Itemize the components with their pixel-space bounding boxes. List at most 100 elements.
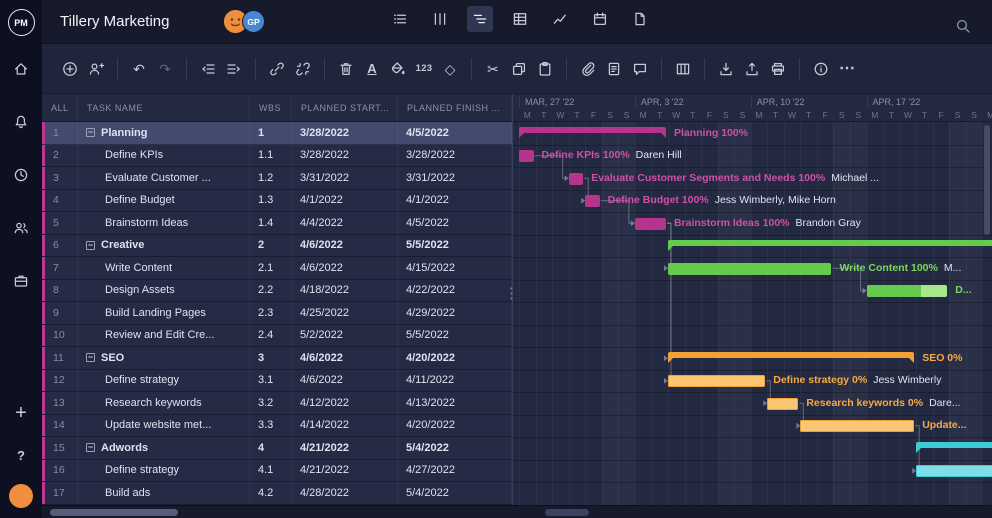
wbs-cell[interactable]: 3.1	[250, 370, 292, 392]
v-scrollbar-thumb[interactable]	[984, 125, 990, 235]
row-number-cell[interactable]: 8	[42, 280, 78, 302]
column-header-planned-start[interactable]: PLANNED START...	[292, 94, 398, 121]
wbs-cell[interactable]: 4.1	[250, 460, 292, 482]
gantt-bar-planning-summary[interactable]	[519, 127, 666, 133]
wbs-cell[interactable]: 3.2	[250, 392, 292, 414]
finish-date-cell[interactable]: 4/27/2022	[398, 460, 512, 482]
start-date-cell[interactable]: 4/21/2022	[292, 460, 398, 482]
assign-user-icon[interactable]	[83, 56, 109, 82]
notifications-icon[interactable]	[8, 109, 34, 135]
column-header-all[interactable]: ALL	[42, 94, 78, 121]
wbs-cell[interactable]: 3.3	[250, 415, 292, 437]
column-header-wbs[interactable]: WBS	[250, 94, 292, 121]
wbs-cell[interactable]: 4.2	[250, 482, 292, 504]
row-number-cell[interactable]: 5	[42, 212, 78, 234]
wbs-cell[interactable]: 1	[250, 122, 292, 144]
task-name-cell[interactable]: Design Assets	[78, 280, 250, 302]
number-format-icon[interactable]: 123	[411, 56, 437, 82]
finish-date-cell[interactable]: 5/5/2022	[398, 325, 512, 347]
recent-icon[interactable]	[8, 162, 34, 188]
calendar-view-icon[interactable]	[587, 6, 613, 32]
gantt-bar-update-website-metadata[interactable]	[800, 420, 914, 432]
table-row[interactable]: 17Build ads4.24/28/20225/4/2022	[42, 482, 512, 505]
table-row[interactable]: 12Define strategy3.14/6/20224/11/2022	[42, 370, 512, 393]
row-number-cell[interactable]: 11	[42, 347, 78, 369]
finish-date-cell[interactable]: 3/31/2022	[398, 167, 512, 189]
start-date-cell[interactable]: 4/25/2022	[292, 302, 398, 324]
start-date-cell[interactable]: 5/2/2022	[292, 325, 398, 347]
gantt-bar-seo-define-strategy[interactable]	[668, 375, 765, 387]
finish-date-cell[interactable]: 5/4/2022	[398, 482, 512, 504]
board-view-icon[interactable]	[427, 6, 453, 32]
import-icon[interactable]	[713, 56, 739, 82]
pane-splitter-handle[interactable]: ⋮	[504, 284, 519, 302]
table-row[interactable]: 15−Adwords44/21/20225/4/2022	[42, 437, 512, 460]
row-number-cell[interactable]: 17	[42, 482, 78, 504]
delete-icon[interactable]	[333, 56, 359, 82]
comment-icon[interactable]	[627, 56, 653, 82]
wbs-cell[interactable]: 1.3	[250, 190, 292, 212]
table-row[interactable]: 8Design Assets2.24/18/20224/22/2022	[42, 280, 512, 303]
attachment-icon[interactable]	[575, 56, 601, 82]
more-icon[interactable]: ⋯	[834, 56, 860, 82]
gantt-h-scrollbar-thumb[interactable]	[545, 509, 589, 516]
wbs-cell[interactable]: 2.3	[250, 302, 292, 324]
add-icon[interactable]: +	[8, 400, 34, 426]
table-row[interactable]: 11−SEO34/6/20224/20/2022	[42, 347, 512, 370]
column-header-planned-finish[interactable]: PLANNED FINISH ...	[398, 94, 512, 121]
row-number-cell[interactable]: 16	[42, 460, 78, 482]
columns-icon[interactable]	[670, 56, 696, 82]
redo-icon[interactable]: ↷	[152, 56, 178, 82]
task-name-cell[interactable]: Build ads	[78, 482, 250, 504]
gantt-bar-design-assets[interactable]	[867, 285, 948, 297]
finish-date-cell[interactable]: 4/1/2022	[398, 190, 512, 212]
fill-color-icon[interactable]	[385, 56, 411, 82]
row-number-cell[interactable]: 6	[42, 235, 78, 257]
gantt-view-icon[interactable]	[467, 6, 493, 32]
work-icon[interactable]	[8, 268, 34, 294]
unlink-tasks-icon[interactable]	[290, 56, 316, 82]
team-icon[interactable]	[8, 215, 34, 241]
gantt-bar-write-content[interactable]	[668, 263, 832, 275]
gantt-bar-define-budget[interactable]	[585, 195, 600, 207]
finish-date-cell[interactable]: 4/15/2022	[398, 257, 512, 279]
row-number-cell[interactable]: 10	[42, 325, 78, 347]
wbs-cell[interactable]: 2.2	[250, 280, 292, 302]
task-name-cell[interactable]: −Creative	[78, 235, 250, 257]
font-icon[interactable]: A	[359, 56, 385, 82]
finish-date-cell[interactable]: 5/5/2022	[398, 235, 512, 257]
task-name-cell[interactable]: Update website met...	[78, 415, 250, 437]
table-row[interactable]: 1−Planning13/28/20224/5/2022	[42, 122, 512, 145]
finish-date-cell[interactable]: 4/5/2022	[398, 122, 512, 144]
task-name-cell[interactable]: −SEO	[78, 347, 250, 369]
row-number-cell[interactable]: 14	[42, 415, 78, 437]
table-row[interactable]: 13Research keywords3.24/12/20224/13/2022	[42, 392, 512, 415]
start-date-cell[interactable]: 3/28/2022	[292, 122, 398, 144]
table-row[interactable]: 2Define KPIs1.13/28/20223/28/2022	[42, 145, 512, 168]
row-number-cell[interactable]: 2	[42, 145, 78, 167]
link-tasks-icon[interactable]	[264, 56, 290, 82]
add-task-icon[interactable]	[57, 56, 83, 82]
help-icon[interactable]: ?	[8, 442, 34, 468]
table-row[interactable]: 10Review and Edit Cre...2.45/2/20225/5/2…	[42, 325, 512, 348]
table-row[interactable]: 7Write Content2.14/6/20224/15/2022	[42, 257, 512, 280]
gantt-bar-research-keywords[interactable]	[767, 398, 798, 410]
table-row[interactable]: 4Define Budget1.34/1/20224/1/2022	[42, 190, 512, 213]
search-icon[interactable]	[950, 13, 976, 39]
wbs-cell[interactable]: 1.4	[250, 212, 292, 234]
gantt-bar-brainstorm-ideas[interactable]	[635, 218, 666, 230]
wbs-cell[interactable]: 4	[250, 437, 292, 459]
start-date-cell[interactable]: 4/4/2022	[292, 212, 398, 234]
task-name-cell[interactable]: −Adwords	[78, 437, 250, 459]
row-number-cell[interactable]: 12	[42, 370, 78, 392]
dashboard-view-icon[interactable]	[547, 6, 573, 32]
task-name-cell[interactable]: Define KPIs	[78, 145, 250, 167]
task-name-cell[interactable]: Define strategy	[78, 370, 250, 392]
row-number-cell[interactable]: 9	[42, 302, 78, 324]
undo-icon[interactable]: ↶	[126, 56, 152, 82]
start-date-cell[interactable]: 4/12/2022	[292, 392, 398, 414]
table-row[interactable]: 9Build Landing Pages2.34/25/20224/29/202…	[42, 302, 512, 325]
finish-date-cell[interactable]: 4/29/2022	[398, 302, 512, 324]
start-date-cell[interactable]: 4/18/2022	[292, 280, 398, 302]
gantt-bar-seo-summary[interactable]	[668, 352, 914, 358]
